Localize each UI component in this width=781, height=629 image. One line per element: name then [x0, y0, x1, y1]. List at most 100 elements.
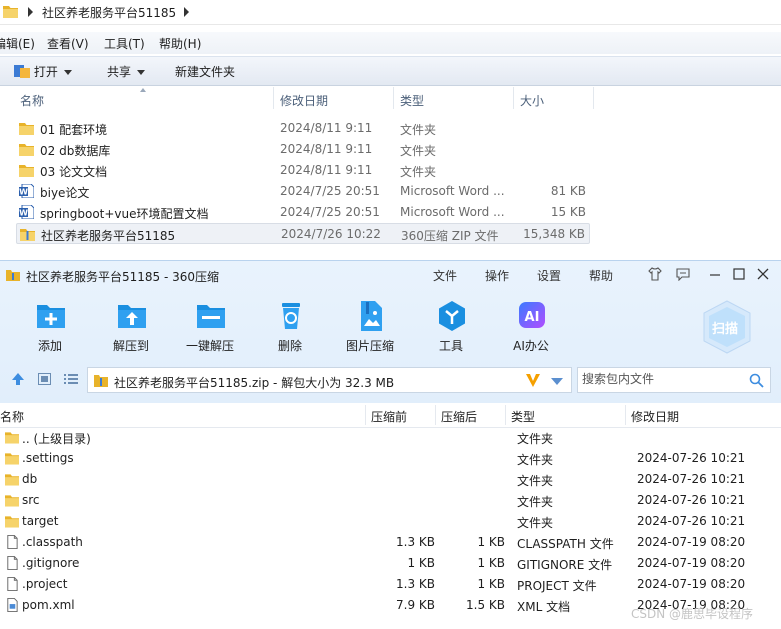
archive-row[interactable]: .settings 文件夹 2024-07-26 10:21: [0, 448, 781, 469]
ai-office-button[interactable]: AI AI办公: [496, 299, 566, 359]
file-date: 2024/8/11 9:11: [280, 121, 373, 135]
search-input[interactable]: [580, 371, 744, 387]
size-before: 1.3 KB: [396, 577, 435, 591]
skin-shirt-icon[interactable]: [648, 267, 662, 281]
column-size-after[interactable]: 压缩后: [441, 408, 477, 425]
menu-view[interactable]: 查看(V): [47, 35, 89, 52]
entry-type: CLASSPATH 文件: [517, 537, 614, 551]
delete-button[interactable]: 删除: [255, 299, 325, 359]
search-icon[interactable]: [749, 373, 764, 388]
image-compress-button[interactable]: 图片压缩: [335, 299, 405, 359]
column-divider[interactable]: [625, 405, 626, 425]
entry-date: 2024-07-26 10:21: [637, 493, 746, 507]
entry-type: PROJECT 文件: [517, 579, 597, 593]
up-arrow-icon[interactable]: [11, 372, 25, 386]
archive-row[interactable]: .project 1.3 KB 1 KB PROJECT 文件 2024-07-19 0…: [0, 574, 781, 595]
entry-type: 文件夹: [517, 495, 554, 509]
open-button[interactable]: 打开: [14, 63, 72, 80]
column-type[interactable]: 类型: [511, 408, 535, 425]
column-date[interactable]: 修改日期: [280, 92, 328, 109]
zip-archive-icon: [20, 229, 35, 241]
archive-row[interactable]: src 文件夹 2024-07-26 10:21: [0, 490, 781, 511]
explorer-command-bar: 打开 共享 新建文件夹: [0, 56, 781, 86]
file-row[interactable]: 社区养老服务平台51185 2024/7/26 10:22 360压缩 ZIP 文件…: [16, 223, 590, 244]
column-divider[interactable]: [435, 405, 436, 425]
file-row[interactable]: 01 配套环境 2024/8/11 9:11 文件夹: [16, 118, 590, 139]
file-row[interactable]: Wspringboot+vue环境配置文档 2024/7/25 20:51 Micr…: [16, 202, 590, 223]
xml-file-icon: [7, 598, 18, 612]
explorer-column-header: 名称 修改日期 类型 大小: [0, 85, 595, 110]
chevron-down-icon[interactable]: [551, 378, 563, 385]
chevron-down-icon: [137, 70, 146, 75]
file-type: 文件夹: [400, 123, 437, 137]
one-click-extract-icon: [197, 305, 225, 328]
archive-row[interactable]: .gitignore 1 KB 1 KB GITIGNORE 文件 2024-07-19…: [0, 553, 781, 574]
file-type: 文件夹: [400, 144, 437, 158]
one-click-extract-label: 一键解压: [185, 339, 234, 353]
file-row[interactable]: Wbiye论文 2024/7/25 20:51 Microsoft Word ...…: [16, 181, 590, 202]
column-type[interactable]: 类型: [400, 92, 424, 109]
column-divider[interactable]: [513, 87, 514, 109]
feedback-icon[interactable]: [676, 267, 690, 281]
menu-edit[interactable]: 编辑(E): [0, 35, 35, 52]
scan-button[interactable]: 扫描: [700, 299, 754, 355]
chevron-down-icon: [63, 70, 72, 75]
zip-menu-settings[interactable]: 设置: [537, 267, 561, 284]
column-divider[interactable]: [273, 87, 274, 109]
archive-row[interactable]: .classpath 1.3 KB 1 KB CLASSPATH 文件 2024-07-…: [0, 532, 781, 553]
svg-text:W: W: [19, 209, 28, 218]
size-before: 1 KB: [407, 556, 435, 570]
maximize-icon[interactable]: [732, 267, 746, 281]
archive-entry-name: .gitignore: [22, 556, 80, 570]
archive-entry-name: .classpath: [22, 535, 83, 549]
menu-tools[interactable]: 工具(T): [104, 35, 145, 52]
svg-text:AI: AI: [525, 310, 540, 325]
zip-column-header: 名称 压缩前 压缩后 类型 修改日期: [0, 403, 781, 428]
ai-office-icon: AI: [519, 302, 545, 328]
tools-button[interactable]: 工具: [416, 299, 486, 359]
zip-menu-file[interactable]: 文件: [433, 267, 457, 284]
thumbnail-view-icon[interactable]: [38, 373, 51, 385]
column-name[interactable]: 名称: [0, 408, 24, 425]
breadcrumb-arrow-icon[interactable]: [184, 7, 189, 17]
add-button[interactable]: 添加: [15, 299, 85, 359]
share-button[interactable]: 共享: [107, 63, 146, 80]
file-row[interactable]: 02 db数据库 2024/8/11 9:11 文件夹: [16, 139, 590, 160]
file-name: 02 db数据库: [40, 144, 111, 158]
extract-to-button[interactable]: 解压到: [96, 299, 166, 359]
file-row[interactable]: 03 论文文档 2024/8/11 9:11 文件夹: [16, 160, 590, 181]
size-after: 1 KB: [477, 535, 505, 549]
breadcrumb-arrow-icon[interactable]: [28, 7, 33, 17]
archive-row[interactable]: db 文件夹 2024-07-26 10:21: [0, 469, 781, 490]
archive-address-bar[interactable]: 社区养老服务平台51185.zip - 解包大小为 32.3 MB: [87, 367, 572, 393]
file-type: 360压缩 ZIP 文件: [401, 229, 499, 243]
breadcrumb-path[interactable]: 社区养老服务平台51185: [42, 4, 176, 21]
column-divider[interactable]: [593, 87, 594, 109]
minimize-icon[interactable]: [708, 267, 722, 281]
column-size[interactable]: 大小: [520, 92, 544, 109]
column-divider[interactable]: [365, 405, 366, 425]
folder-icon: [5, 516, 19, 528]
file-name: 03 论文文档: [40, 165, 108, 179]
recycle-bin-icon: [282, 303, 300, 329]
column-divider[interactable]: [505, 405, 506, 425]
folder-icon: [5, 495, 19, 507]
menu-help[interactable]: 帮助(H): [159, 35, 201, 52]
one-click-extract-button[interactable]: 一键解压: [175, 299, 245, 359]
list-view-icon[interactable]: [64, 373, 78, 385]
file-name: 01 配套环境: [40, 123, 108, 137]
explorer-menu-bar: 编辑(E) 查看(V) 工具(T) 帮助(H): [0, 32, 781, 54]
zip-menu-help[interactable]: 帮助: [589, 267, 613, 284]
v-badge-icon[interactable]: [525, 373, 541, 388]
zip-window-title: 社区养老服务平台51185 - 360压缩: [26, 270, 220, 284]
close-icon[interactable]: [756, 267, 770, 281]
new-folder-button[interactable]: 新建文件夹: [175, 63, 235, 80]
column-modified[interactable]: 修改日期: [631, 408, 679, 425]
archive-row[interactable]: .. (上级目录) 文件夹: [0, 427, 781, 448]
column-size-before[interactable]: 压缩前: [371, 408, 407, 425]
column-name[interactable]: 名称: [20, 92, 44, 109]
archive-row[interactable]: target 文件夹 2024-07-26 10:21: [0, 511, 781, 532]
column-divider[interactable]: [393, 87, 394, 109]
zip-menu-operate[interactable]: 操作: [485, 267, 509, 284]
watermark: CSDN @鹿思毕设程序: [631, 607, 754, 621]
